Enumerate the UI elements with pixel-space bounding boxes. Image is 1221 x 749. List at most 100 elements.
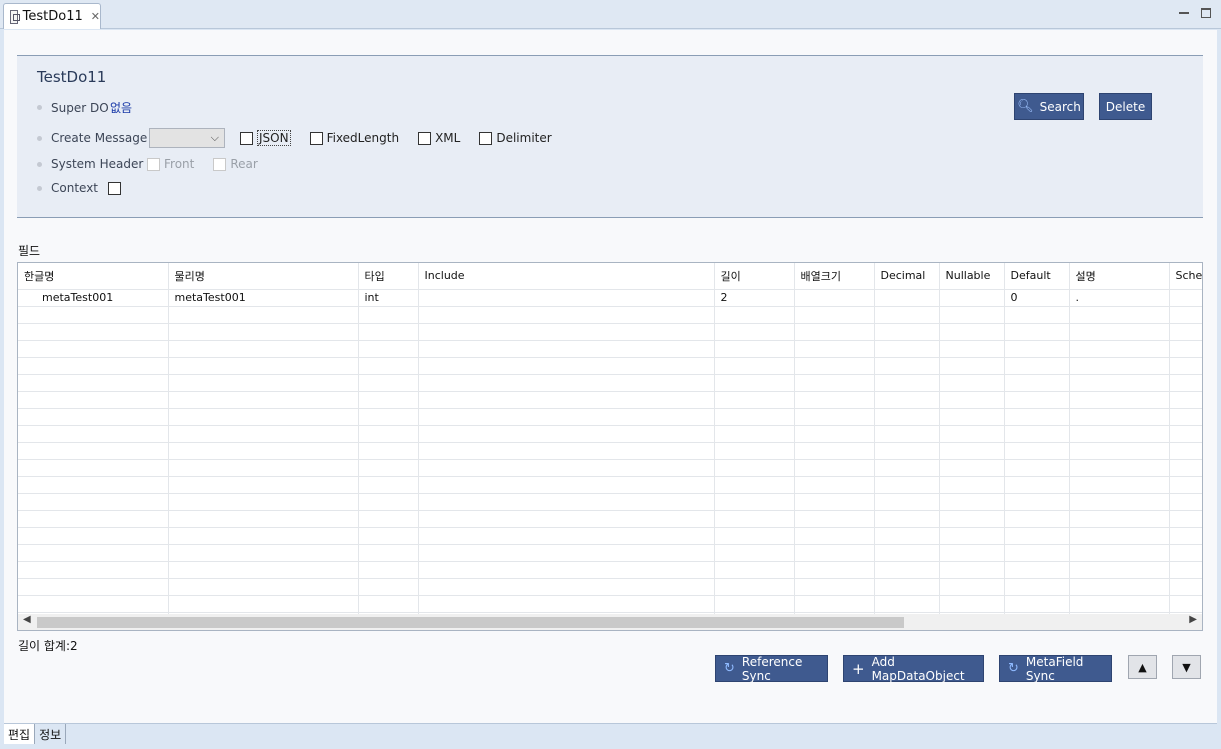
table-cell[interactable] — [168, 476, 359, 494]
table-cell[interactable] — [168, 595, 359, 613]
table-cell[interactable] — [18, 323, 169, 341]
table-cell[interactable] — [794, 544, 875, 562]
table-cell[interactable] — [1004, 510, 1070, 528]
table-cell[interactable] — [1169, 357, 1202, 375]
table-cell[interactable] — [1069, 595, 1170, 613]
table-cell[interactable] — [874, 425, 940, 443]
table-cell[interactable] — [1004, 561, 1070, 579]
table-cell[interactable] — [714, 527, 795, 545]
table-cell[interactable] — [794, 425, 875, 443]
table-cell[interactable] — [1069, 408, 1170, 426]
table-cell[interactable] — [1169, 459, 1202, 477]
table-cell[interactable] — [939, 595, 1005, 613]
table-cell[interactable] — [794, 374, 875, 392]
table-cell[interactable] — [714, 544, 795, 562]
table-cell[interactable] — [714, 459, 795, 477]
tab-info[interactable]: 정보 — [35, 724, 67, 744]
table-cell[interactable] — [168, 510, 359, 528]
editor-tab-testdo11[interactable]: TestDo11 ✕ — [3, 3, 101, 29]
table-cell[interactable] — [418, 289, 715, 307]
table-cell[interactable] — [939, 578, 1005, 596]
table-cell[interactable] — [794, 510, 875, 528]
table-cell[interactable] — [874, 442, 940, 460]
table-cell[interactable] — [18, 306, 169, 324]
table-cell[interactable] — [939, 510, 1005, 528]
search-button[interactable]: 🔍︎ Search — [1014, 93, 1084, 120]
table-row-empty[interactable] — [18, 340, 1202, 358]
table-cell[interactable] — [1004, 425, 1070, 443]
checkbox-box[interactable] — [240, 131, 253, 145]
table-cell[interactable] — [794, 578, 875, 596]
column-header[interactable]: 타입 — [358, 263, 419, 290]
table-cell[interactable] — [714, 442, 795, 460]
table-cell[interactable] — [168, 442, 359, 460]
table-cell[interactable] — [794, 391, 875, 409]
table-row-empty[interactable] — [18, 595, 1202, 613]
table-cell[interactable] — [358, 357, 419, 375]
table-cell[interactable] — [1169, 493, 1202, 511]
table-cell[interactable] — [168, 306, 359, 324]
table-cell[interactable] — [939, 374, 1005, 392]
checkbox-box[interactable] — [309, 131, 323, 145]
table-row-empty[interactable] — [18, 561, 1202, 579]
table-cell[interactable] — [418, 357, 715, 375]
table-cell[interactable] — [794, 561, 875, 579]
table-cell[interactable] — [358, 544, 419, 562]
close-icon[interactable]: ✕ — [91, 10, 100, 23]
table-cell[interactable] — [794, 323, 875, 341]
table-cell[interactable] — [168, 544, 359, 562]
table-cell[interactable] — [874, 357, 940, 375]
table-cell[interactable] — [168, 578, 359, 596]
table-cell[interactable] — [1004, 408, 1070, 426]
table-cell[interactable] — [18, 442, 169, 460]
column-header[interactable]: Nullable — [939, 263, 1005, 290]
table-cell[interactable] — [794, 442, 875, 460]
table-row-empty[interactable] — [18, 391, 1202, 409]
delete-button[interactable]: Delete — [1099, 93, 1152, 120]
table-cell[interactable] — [358, 442, 419, 460]
table-cell[interactable] — [418, 323, 715, 341]
table-cell[interactable] — [18, 408, 169, 426]
column-header[interactable]: 설명 — [1069, 263, 1170, 290]
table-cell[interactable] — [939, 408, 1005, 426]
table-row-empty[interactable] — [18, 408, 1202, 426]
table-cell[interactable] — [714, 425, 795, 443]
table-row-empty[interactable] — [18, 357, 1202, 375]
table-cell[interactable] — [18, 544, 169, 562]
maximize-icon[interactable] — [1201, 8, 1211, 18]
column-header[interactable]: Include — [418, 263, 715, 290]
table-cell[interactable] — [1004, 357, 1070, 375]
table-cell[interactable] — [1069, 578, 1170, 596]
table-cell[interactable] — [1169, 425, 1202, 443]
table-cell[interactable]: . — [1069, 289, 1170, 307]
table-cell[interactable] — [794, 289, 875, 307]
move-down-button[interactable]: ▼ — [1172, 655, 1201, 679]
table-cell[interactable]: metaTest001 — [18, 289, 169, 307]
context-checkbox[interactable] — [108, 181, 121, 195]
column-header[interactable]: 배열크기 — [794, 263, 875, 290]
table-cell[interactable] — [18, 561, 169, 579]
table-cell[interactable] — [1069, 442, 1170, 460]
table-cell[interactable] — [168, 527, 359, 545]
column-header[interactable]: 물리명 — [168, 263, 359, 290]
table-cell[interactable] — [418, 391, 715, 409]
table-cell[interactable] — [358, 425, 419, 443]
table-cell[interactable] — [794, 476, 875, 494]
table-cell[interactable] — [18, 459, 169, 477]
table-cell[interactable] — [939, 459, 1005, 477]
table-row-empty[interactable] — [18, 459, 1202, 477]
reference-sync-button[interactable]: ↻ Reference Sync — [715, 655, 828, 683]
table-cell[interactable] — [1169, 561, 1202, 579]
table-cell[interactable] — [874, 510, 940, 528]
scroll-left-icon[interactable]: ◀ — [23, 614, 31, 625]
table-cell[interactable] — [1004, 493, 1070, 511]
table-cell[interactable] — [1069, 374, 1170, 392]
table-row-empty[interactable] — [18, 476, 1202, 494]
checkbox-box[interactable] — [418, 131, 432, 145]
table-cell[interactable] — [418, 306, 715, 324]
table-cell[interactable] — [874, 578, 940, 596]
table-cell[interactable] — [939, 442, 1005, 460]
table-cell[interactable] — [874, 595, 940, 613]
table-cell[interactable] — [18, 510, 169, 528]
table-cell[interactable] — [939, 544, 1005, 562]
